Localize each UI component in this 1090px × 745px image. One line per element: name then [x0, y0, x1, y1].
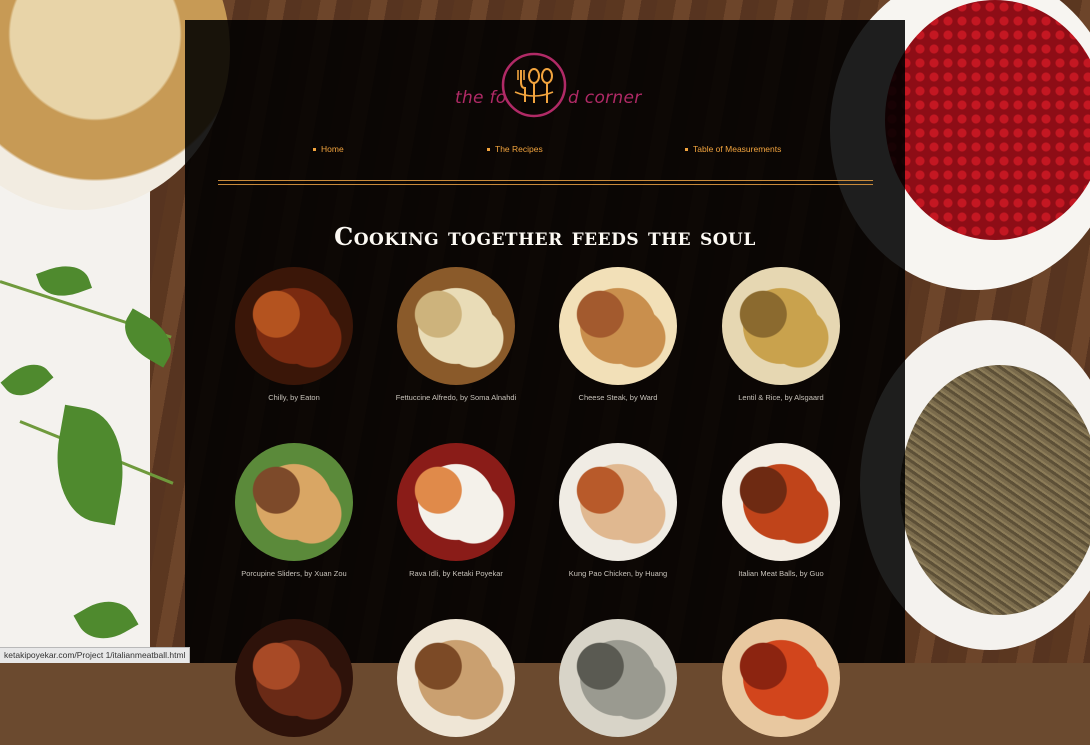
recipe-photo[interactable] [397, 267, 515, 385]
nav-home[interactable]: Home [313, 144, 344, 154]
fork-spoon-monogram-icon [501, 52, 567, 118]
nav-table-of-measurements[interactable]: Table of Measurements [685, 144, 781, 154]
recipe-card[interactable]: Italian Meat Balls, by Guo [701, 443, 861, 578]
recipe-caption[interactable]: Cheese Steak, by Ward [538, 393, 698, 402]
recipe-photo[interactable] [722, 443, 840, 561]
recipe-card[interactable]: Fettuccine Alfredo, by Soma Alnahdi [376, 267, 536, 402]
logo-text-right: d corner [568, 88, 642, 108]
recipe-card[interactable] [214, 619, 374, 745]
recipe-photo[interactable] [235, 619, 353, 737]
recipe-photo[interactable] [722, 267, 840, 385]
recipe-photo[interactable] [559, 443, 677, 561]
recipe-photo[interactable] [559, 267, 677, 385]
recipe-card[interactable]: Cheese Steak, by Ward [538, 267, 698, 402]
recipe-photo[interactable] [235, 443, 353, 561]
recipe-photo[interactable] [722, 619, 840, 737]
page-headline: Cooking together feeds the soul [334, 222, 756, 252]
recipe-caption[interactable]: Rava Idli, by Ketaki Poyekar [376, 569, 536, 578]
recipe-card[interactable]: Lentil & Rice, by Alsgaard [701, 267, 861, 402]
content-panel: the fo d corner Home The Recipes Table o… [185, 20, 905, 737]
recipe-caption[interactable]: Fettuccine Alfredo, by Soma Alnahdi [376, 393, 536, 402]
logo-text-left: the fo [455, 88, 507, 108]
basil-leaf [45, 404, 135, 526]
recipe-card[interactable]: Rava Idli, by Ketaki Poyekar [376, 443, 536, 578]
status-bar-url: ketakipoyekar.com/Project 1/italianmeatb… [0, 647, 191, 663]
recipe-card[interactable]: Porcupine Sliders, by Xuan Zou [214, 443, 374, 578]
recipe-card[interactable] [701, 619, 861, 745]
recipe-photo[interactable] [397, 443, 515, 561]
recipe-photo[interactable] [559, 619, 677, 737]
recipe-caption[interactable]: Italian Meat Balls, by Guo [701, 569, 861, 578]
recipe-caption[interactable]: Chilly, by Eaton [214, 393, 374, 402]
recipe-card[interactable] [538, 619, 698, 745]
divider-line [218, 184, 873, 185]
recipe-card[interactable]: Chilly, by Eaton [214, 267, 374, 402]
recipe-caption[interactable]: Lentil & Rice, by Alsgaard [701, 393, 861, 402]
recipe-caption[interactable]: Porcupine Sliders, by Xuan Zou [214, 569, 374, 578]
recipe-photo[interactable] [397, 619, 515, 737]
recipe-caption[interactable]: Kung Pao Chicken, by Huang [538, 569, 698, 578]
recipe-card[interactable] [376, 619, 536, 745]
basil-leaf [73, 589, 139, 651]
nav-the-recipes[interactable]: The Recipes [487, 144, 543, 154]
recipe-card[interactable]: Kung Pao Chicken, by Huang [538, 443, 698, 578]
basil-leaf [0, 354, 54, 406]
divider-line [218, 180, 873, 181]
recipe-photo[interactable] [235, 267, 353, 385]
main-nav: Home The Recipes Table of Measurements [185, 144, 905, 164]
